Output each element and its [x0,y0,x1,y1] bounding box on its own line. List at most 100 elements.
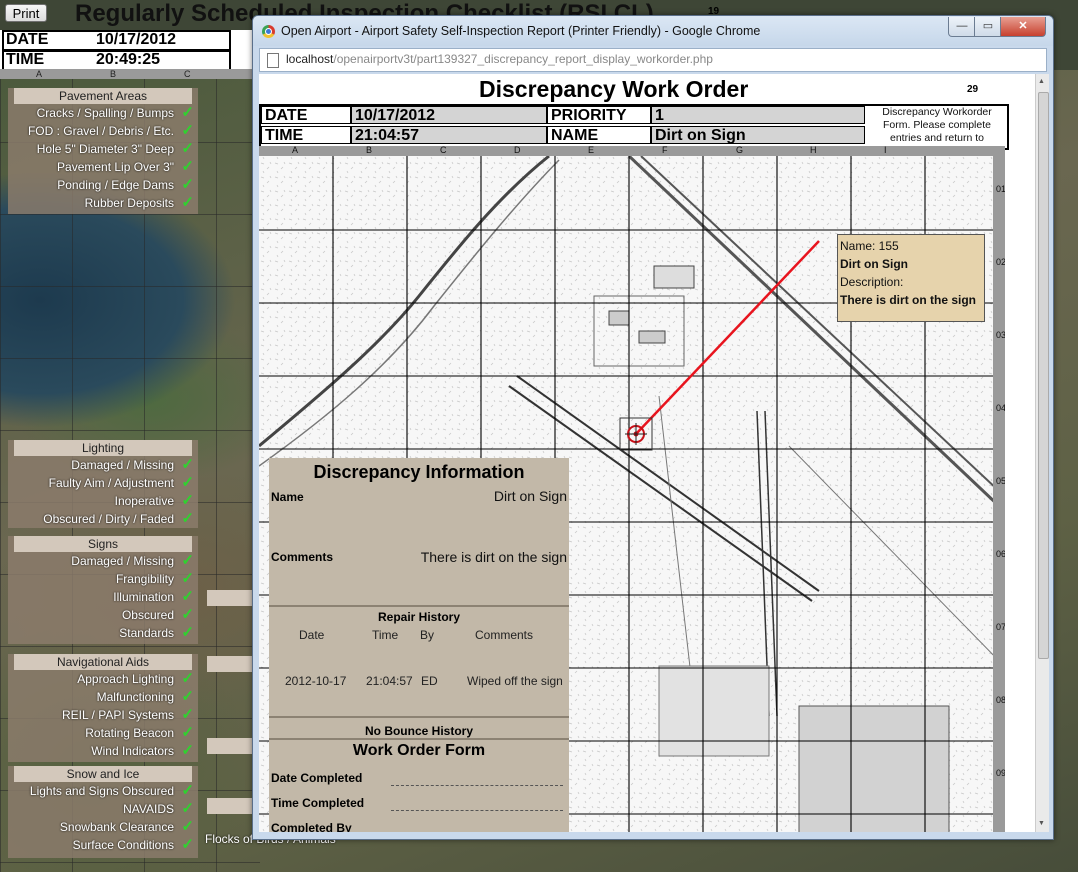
checklist-item[interactable]: Wind Indicators ✓ [8,742,198,760]
divider [269,738,569,740]
checklist-item[interactable]: Hole 5" Diameter 3" Deep ✓ [8,140,198,158]
repair-cell: ED [421,674,438,688]
checklist-item[interactable]: FOD : Gravel / Debris / Etc. ✓ [8,122,198,140]
repair-header: Date [299,628,325,642]
panel-title-fragment [207,738,255,754]
repair-cell: Wiped off the sign [467,674,563,688]
map-row-bar [993,146,1005,832]
check-icon: ✓ [181,800,194,817]
checklist-item[interactable]: Damaged / Missing ✓ [8,456,198,474]
map-column-label: B [366,146,373,155]
map-column-label: E [588,146,595,155]
address-bar[interactable]: localhost/openairportv3t/part139327_disc… [259,48,1047,72]
check-icon: ✓ [181,782,194,799]
map-row-label: 04 [996,403,1005,413]
check-icon: ✓ [181,670,194,687]
date-completed-label: Date Completed [271,771,363,785]
repair-header: By [420,628,435,642]
instructions-note: Discrepancy Workorder Form. Please compl… [869,106,1005,157]
scroll-up-icon[interactable]: ▲ [1038,78,1045,85]
checklist-item[interactable]: Lights and Signs Obscured ✓ [8,782,198,800]
name-value: Dirt on Sign [493,488,567,504]
divider [269,716,569,718]
airport-map: A B C D E F G H I 01 02 03 04 05 06 07 0… [259,146,1005,832]
checklist-item[interactable]: Cracks / Spalling / Bumps ✓ [8,104,198,122]
checklist-item[interactable]: Obscured ✓ [8,606,198,624]
check-icon: ✓ [181,122,194,139]
check-icon: ✓ [181,836,194,853]
check-icon: ✓ [181,104,194,121]
scroll-down-icon[interactable]: ▼ [1038,820,1045,827]
checklist-item[interactable]: Standards ✓ [8,624,198,642]
time-value: 20:49:25 [96,51,161,68]
city-blocks [658,665,770,757]
page-number: 29 [967,84,979,95]
building [638,330,666,344]
checklist-item[interactable]: Faulty Aim / Adjustment ✓ [8,474,198,492]
check-icon: ✓ [181,570,194,587]
checklist-item[interactable]: Flocks of Birds / Animals [205,832,336,850]
checklist-item[interactable]: Rubber Deposits ✓ [8,194,198,212]
checklist-item[interactable]: REIL / PAPI Systems ✓ [8,706,198,724]
close-button[interactable]: ✕ [1000,17,1046,37]
map-row-label: 08 [996,695,1005,705]
time-label: TIME [261,126,351,144]
checklist-item[interactable]: Frangibility ✓ [8,570,198,588]
name-value: Dirt on Sign [651,126,865,144]
repair-header: Time [372,628,399,642]
map-column-label: A [292,146,299,155]
checklist-item[interactable]: Inoperative ✓ [8,492,198,510]
map-column-label: C [440,146,447,155]
check-icon: ✓ [181,456,194,473]
check-icon: ✓ [181,688,194,705]
checklist-item[interactable]: Pavement Lip Over 3" ✓ [8,158,198,176]
panel-snow-and-ice: Snow and Ice Lights and Signs Obscured ✓ … [8,766,198,858]
checklist-item[interactable]: Damaged / Missing ✓ [8,552,198,570]
panel-title: Lighting [14,440,192,456]
vertical-scrollbar[interactable]: ▲ ▼ [1035,74,1049,832]
scrollbar-thumb[interactable] [1038,92,1049,659]
checklist-item[interactable]: Snowbank Clearance ✓ [8,818,198,836]
time-row: TIME 20:49:25 [2,50,231,71]
map-row-label: 03 [996,330,1005,340]
panel-title-fragment [207,590,255,606]
time-completed-field[interactable] [391,810,563,811]
date-value: 10/17/2012 [96,31,177,48]
discrepancy-callout[interactable]: Name: 155 Dirt on Sign Description: Ther… [837,234,985,322]
page-icon [267,53,279,68]
map-column-label: I [884,146,887,155]
map-row-label: 05 [996,476,1005,486]
priority-value: 1 [651,106,865,124]
check-icon: ✓ [181,742,194,759]
checklist-item[interactable]: Ponding / Edge Dams ✓ [8,176,198,194]
comments-label: Comments [271,550,334,564]
panel-title-fragment [207,656,255,672]
column-bar: A B C [0,69,255,79]
checklist-item[interactable]: Obscured / Dirty / Faded ✓ [8,510,198,528]
url-text[interactable]: localhost/openairportv3t/part139327_disc… [286,52,713,66]
checklist-item[interactable]: Illumination ✓ [8,588,198,606]
checklist-item[interactable]: Surface Conditions ✓ [8,836,198,854]
callout-title: Dirt on Sign [840,257,908,271]
checklist-item[interactable]: Approach Lighting ✓ [8,670,198,688]
panel-signs: Signs Damaged / Missing ✓ Frangibility ✓ I… [8,536,198,644]
panel-title: Pavement Areas [14,88,192,104]
print-button[interactable]: Print [5,4,47,22]
check-icon: ✓ [181,818,194,835]
panel-title: Signs [14,536,192,552]
checklist-item[interactable]: Rotating Beacon ✓ [8,724,198,742]
maximize-button[interactable]: ▭ [974,17,1002,37]
checklist-item[interactable]: Malfunctioning ✓ [8,688,198,706]
building [608,310,630,326]
checklist-item[interactable]: NAVAIDS ✓ [8,800,198,818]
time-completed-label: Time Completed [271,796,365,810]
title-bar[interactable]: Open Airport - Airport Safety Self-Inspe… [253,16,1053,46]
check-icon: ✓ [181,194,194,211]
name-label: NAME [547,126,651,144]
column-label: B [110,69,117,79]
minimize-button[interactable]: — [948,17,976,37]
column-label: C [184,69,191,79]
discrepancy-info-panel: Discrepancy Information Name Dirt on Sig… [269,458,569,832]
date-completed-field[interactable] [391,785,563,786]
time-label: TIME [6,51,45,68]
